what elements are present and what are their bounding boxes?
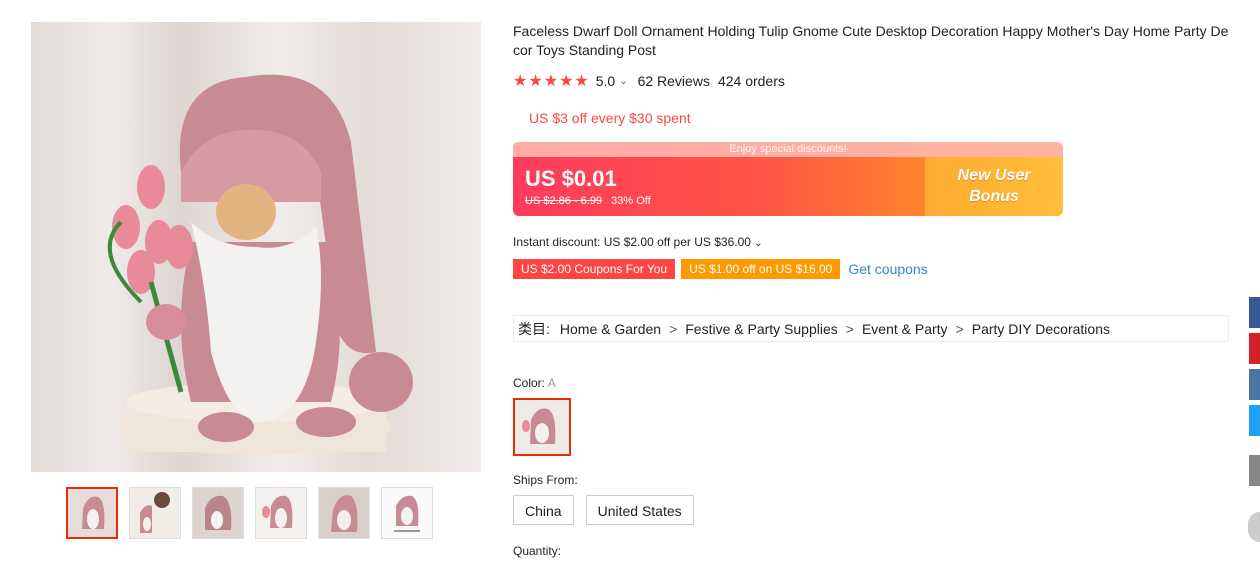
star-rating-icon: ★★★★★ — [513, 73, 590, 90]
facebook-icon[interactable] — [1249, 297, 1260, 328]
store-discount-text: US $3 off every $30 spent — [529, 110, 691, 126]
original-price-row: US $2.86 - 6.99 33% Off — [525, 195, 651, 207]
breadcrumb-item-event-party[interactable]: Event & Party — [862, 321, 948, 337]
current-price: US $0.01 — [525, 166, 617, 191]
new-user-bonus-badge[interactable]: New User Bonus — [925, 157, 1063, 216]
chevron-down-icon[interactable]: ⌄ — [619, 76, 627, 87]
breadcrumb: 类目: Home & Garden > Festive & Party Supp… — [513, 315, 1229, 342]
color-label: Color: A — [513, 376, 556, 390]
thumbnail-2[interactable] — [129, 487, 181, 539]
bonus-line-2: Bonus — [969, 188, 1019, 205]
coupon-row: US $2.00 Coupons For You US $1.00 off on… — [513, 259, 928, 279]
coupon-tag-1[interactable]: US $2.00 Coupons For You — [513, 259, 676, 279]
color-swatch-a[interactable] — [513, 398, 571, 456]
ships-from-label: Ships From: — [513, 473, 578, 487]
chevron-down-icon[interactable]: ⌄ — [754, 238, 762, 249]
get-coupons-link[interactable]: Get coupons — [848, 261, 927, 277]
price-box: Enjoy special discounts! US $0.01 US $2.… — [513, 142, 1063, 216]
breadcrumb-label: 类目: — [518, 320, 550, 337]
ships-from-options: China United States — [513, 495, 694, 525]
breadcrumb-separator: > — [669, 320, 678, 337]
reviews-link[interactable]: 62 Reviews — [638, 73, 710, 89]
twitter-icon[interactable] — [1249, 405, 1260, 436]
orders-count: 424 orders — [717, 73, 785, 89]
instant-discount-text: Instant discount: US $2.00 off per US $3… — [513, 235, 751, 249]
original-price: US $2.86 - 6.99 — [525, 195, 603, 207]
main-product-image[interactable] — [31, 22, 481, 472]
price-banner: Enjoy special discounts! — [513, 142, 1063, 157]
thumbnail-strip — [66, 487, 433, 539]
thumbnail-6[interactable] — [381, 487, 433, 539]
breadcrumb-item-festive-party[interactable]: Festive & Party Supplies — [685, 321, 838, 337]
email-icon[interactable] — [1249, 455, 1260, 486]
rating-score[interactable]: 5.0 — [596, 73, 615, 89]
thumbnail-4[interactable] — [255, 487, 307, 539]
quantity-label: Quantity: — [513, 544, 562, 558]
color-value: A — [547, 376, 556, 390]
instant-discount[interactable]: Instant discount: US $2.00 off per US $3… — [513, 235, 763, 249]
discount-percent: 33% Off — [611, 195, 651, 207]
breadcrumb-separator: > — [955, 320, 964, 337]
breadcrumb-separator: > — [845, 320, 854, 337]
ship-option-china[interactable]: China — [513, 495, 574, 525]
color-label-text: Color: — [513, 376, 546, 390]
pinterest-icon[interactable] — [1249, 333, 1260, 364]
bonus-line-1: New User — [957, 167, 1031, 184]
rating-row: ★★★★★ 5.0 ⌄ 62 Reviews 424 orders — [513, 72, 785, 90]
vk-icon[interactable] — [1249, 369, 1260, 400]
breadcrumb-item-home-garden[interactable]: Home & Garden — [560, 321, 661, 337]
breadcrumb-item-party-diy[interactable]: Party DIY Decorations — [972, 321, 1110, 337]
thumbnail-1[interactable] — [66, 487, 118, 539]
thumbnail-3[interactable] — [192, 487, 244, 539]
more-icon[interactable] — [1248, 512, 1260, 542]
thumbnail-5[interactable] — [318, 487, 370, 539]
product-title: Faceless Dwarf Doll Ornament Holding Tul… — [513, 23, 1229, 58]
ship-option-united-states[interactable]: United States — [585, 495, 694, 525]
coupon-tag-2[interactable]: US $1.00 off on US $16.00 — [681, 259, 841, 279]
